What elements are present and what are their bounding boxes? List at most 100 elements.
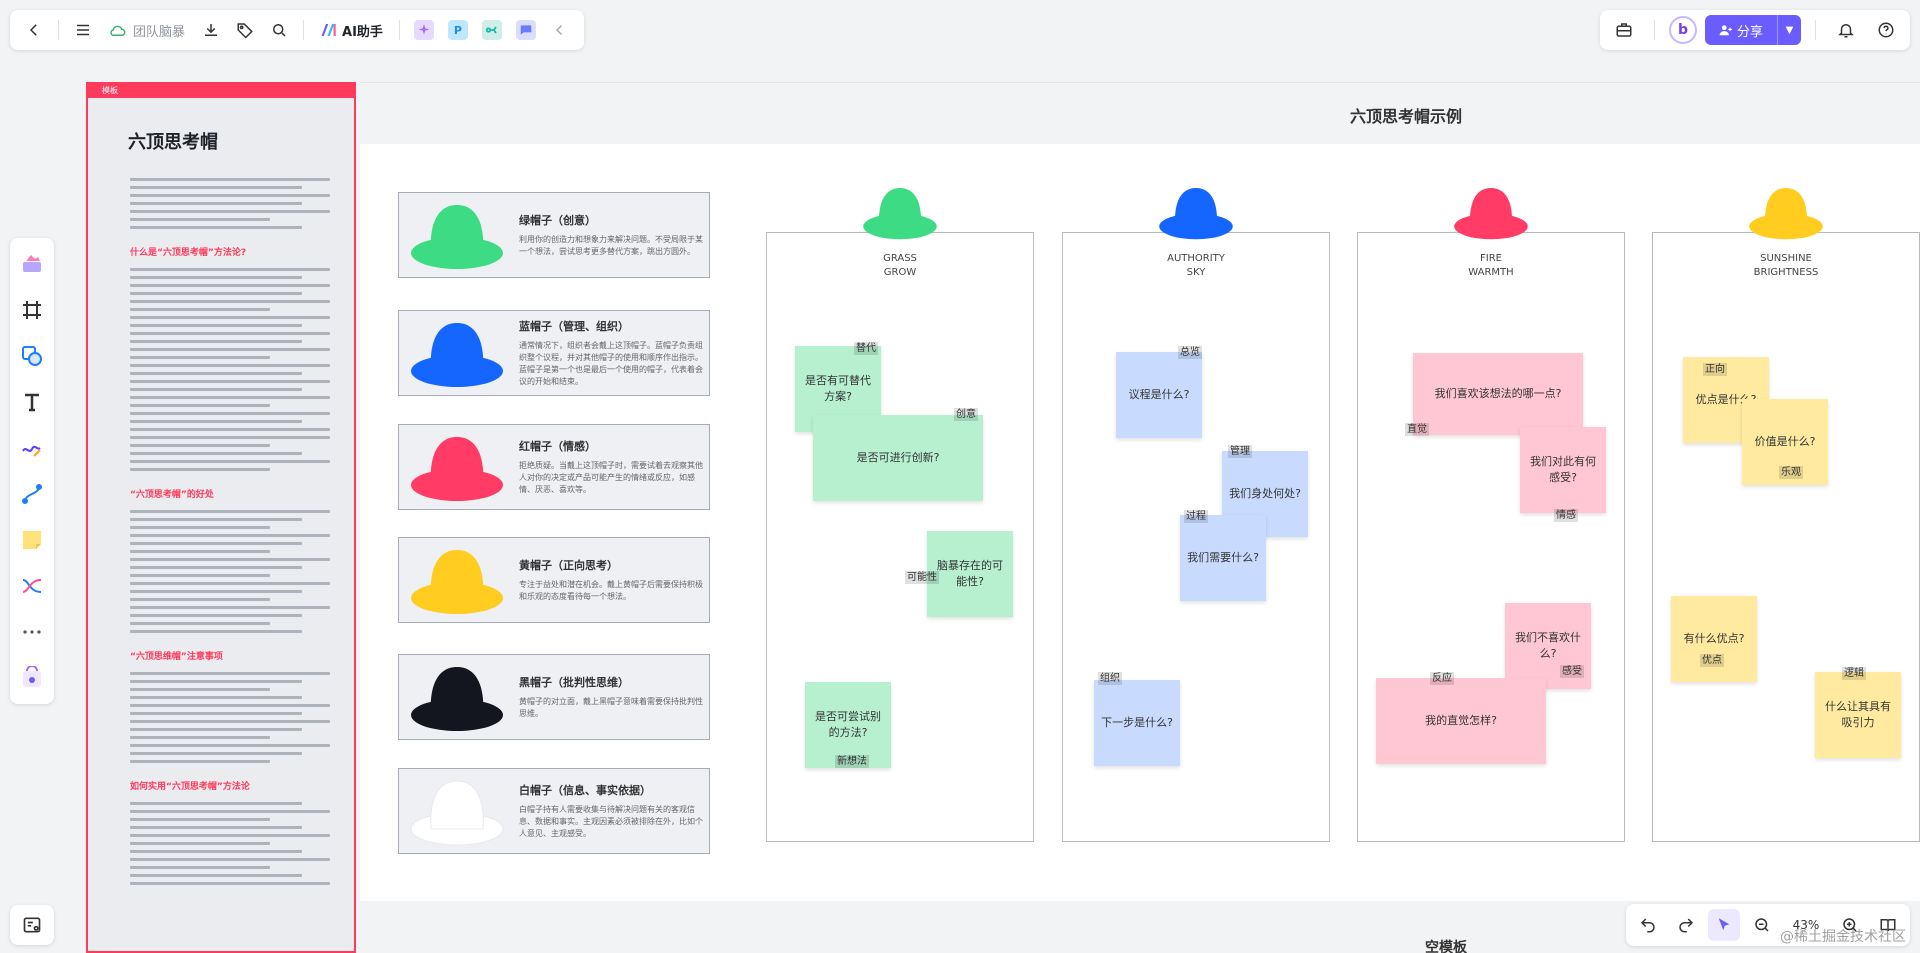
help-icon[interactable]	[1870, 14, 1902, 46]
select-cursor-icon[interactable]	[1708, 909, 1740, 941]
zoom-out-icon[interactable]	[1746, 909, 1778, 941]
doc-paragraph	[130, 178, 330, 229]
sticky-tag: 组织	[1098, 672, 1122, 685]
hat-card-title: 绿帽子（创意）	[519, 214, 596, 227]
share-label: 分享	[1736, 24, 1763, 40]
tag-icon[interactable]	[229, 14, 261, 46]
hat-card-text: 黑帽子（批判性思维） 黄帽子的对立面，戴上黑帽子意味着需要保持批判性思维。	[519, 674, 709, 720]
p-plugin-icon[interactable]: P	[447, 20, 468, 40]
share-dropdown-chevron-icon[interactable]: ▼	[1777, 15, 1801, 45]
hat-card[interactable]: 白帽子（信息、事实依据） 白帽子持有人需要收集与待解决问题有关的客观信息、数据和事…	[398, 768, 710, 854]
divider	[1653, 20, 1655, 40]
sticky-note[interactable]: 是否可进行创新?	[813, 415, 983, 501]
search-icon[interactable]	[263, 14, 295, 46]
template-library-icon[interactable]	[16, 244, 48, 284]
sticky-note[interactable]: 什么让其具有吸引力	[1815, 672, 1901, 758]
ai-assistant-button[interactable]: AI助手	[312, 21, 391, 40]
hat-card[interactable]: 红帽子（情感） 拒绝质疑。当戴上这顶帽子时，需要试着去观察其他人对你的决定或产品可…	[398, 424, 710, 510]
sticky-note[interactable]: 我们喜欢该想法的哪一点?	[1413, 353, 1583, 435]
app-store-icon[interactable]	[16, 658, 48, 698]
sticky-note[interactable]: 有什么优点?	[1671, 596, 1757, 682]
share-button[interactable]: 分享 ▼	[1704, 15, 1801, 45]
shape-icon[interactable]	[16, 336, 48, 376]
template-doc-panel[interactable]: 模板 六顶思考帽 什么是“六顶思考帽”方法论? “六顶思考帽”的好处 “六顶思维…	[86, 82, 356, 953]
hat-card-desc: 白帽子持有人需要收集与待解决问题有关的客观信息、数据和事实。主观因素必须被排除在…	[519, 805, 703, 838]
menu-icon[interactable]	[67, 14, 99, 46]
column-label-line1: GRASS	[883, 253, 917, 264]
divider	[58, 20, 59, 40]
sticky-tag: 感受	[1560, 665, 1584, 678]
pen-icon[interactable]	[16, 428, 48, 468]
hat-card-text: 蓝帽子（管理、组织） 通常情况下，组织者会戴上这顶帽子。蓝帽子负责组织整个议程，并…	[519, 318, 709, 388]
undo-icon[interactable]	[1632, 909, 1664, 941]
doc-head-label: 模板	[88, 84, 354, 98]
column-hat-icon	[1156, 180, 1236, 248]
sticky-note[interactable]: 我的直觉怎样?	[1376, 678, 1546, 764]
hat-card[interactable]: 绿帽子（创意） 利用你的创造力和想象力来解决问题。不受局限于某一个想法，尝试思考更…	[398, 192, 710, 278]
hat-icon	[411, 437, 503, 501]
sticky-tag: 创意	[954, 408, 978, 421]
canvas-title: 六顶思考帽示例	[1350, 107, 1463, 126]
doc-section-heading: “六顶思维帽”注意事项	[130, 652, 223, 662]
more-icon[interactable]	[16, 612, 48, 652]
sticky-tag: 乐观	[1779, 466, 1803, 479]
hat-card-title: 红帽子（情感）	[519, 440, 596, 453]
sticky-note[interactable]: 下一步是什么?	[1094, 680, 1180, 766]
text-icon[interactable]	[16, 382, 48, 422]
hat-card-text: 绿帽子（创意） 利用你的创造力和想象力来解决问题。不受局限于某一个想法，尝试思考更…	[519, 212, 709, 258]
column-label-line1: FIRE	[1480, 253, 1502, 264]
column-hat-icon	[1451, 180, 1531, 248]
hat-card-title: 黑帽子（批判性思维）	[519, 676, 629, 689]
doc-paragraph	[130, 510, 330, 633]
sticky-note[interactable]: 脑暴存在的可能性?	[927, 531, 1013, 617]
connector-icon[interactable]	[16, 474, 48, 514]
hat-card-desc: 专注于益处和潜在机会。戴上黄帽子后需要保持积极和乐观的态度看待每一个想法。	[519, 580, 703, 601]
redo-icon[interactable]	[1670, 909, 1702, 941]
watermark: @稀土掘金技术社区	[1780, 929, 1906, 945]
doc-title[interactable]: 团队脑暴	[101, 21, 193, 40]
column-hat-icon	[860, 180, 940, 248]
sticky-note-icon[interactable]	[16, 520, 48, 560]
frame-icon[interactable]	[16, 290, 48, 330]
sticky-tag: 直觉	[1405, 423, 1429, 436]
column-label: SUNSHINE BRIGHTNESS	[1711, 252, 1861, 280]
hat-card[interactable]: 蓝帽子（管理、组织） 通常情况下，组织者会戴上这顶帽子。蓝帽子负责组织整个议程，并…	[398, 310, 710, 396]
share-main[interactable]: 分享	[1705, 15, 1777, 45]
bell-icon[interactable]	[1830, 14, 1862, 46]
chat-plugin-icon[interactable]	[515, 20, 536, 40]
minimap-icon	[23, 917, 41, 933]
user-add-icon	[1719, 25, 1732, 36]
sparkle-plugin-icon[interactable]	[413, 20, 434, 40]
minimap-button[interactable]	[10, 905, 54, 945]
hat-card-text: 红帽子（情感） 拒绝质疑。当戴上这顶帽子时，需要试着去观察其他人对你的决定或产品可…	[519, 438, 709, 496]
column-label: FIRE WARMTH	[1416, 252, 1566, 280]
hat-icon	[411, 550, 503, 614]
column-label-line1: AUTHORITY	[1167, 253, 1225, 264]
sticky-tag: 正向	[1703, 363, 1727, 376]
download-icon[interactable]	[195, 14, 227, 46]
empty-template-title: 空模板	[1425, 940, 1467, 953]
top-right-toolbar: b 分享 ▼	[1599, 10, 1910, 50]
collapse-chevron-icon[interactable]	[544, 14, 576, 46]
sticky-note[interactable]: 我们需要什么?	[1180, 515, 1266, 601]
doc-paragraph	[130, 268, 330, 471]
cloud-sync-icon	[110, 25, 126, 37]
hat-card-desc: 拒绝质疑。当戴上这顶帽子时，需要试着去观察其他人对你的决定或产品可能产生的情绪或…	[519, 461, 703, 494]
sticky-tag: 逻辑	[1842, 667, 1866, 680]
briefcase-icon[interactable]	[1608, 14, 1640, 46]
hat-icon	[411, 667, 503, 731]
hat-card[interactable]: 黄帽子（正向思考） 专注于益处和潜在机会。戴上黄帽子后需要保持积极和乐观的态度看待…	[398, 537, 710, 623]
hat-icon	[411, 205, 503, 269]
back-icon[interactable]	[18, 14, 50, 46]
sticky-note[interactable]: 议程是什么?	[1116, 352, 1202, 438]
sticky-note[interactable]: 我们对此有何感受?	[1520, 427, 1606, 513]
hat-card-desc: 通常情况下，组织者会戴上这顶帽子。蓝帽子负责组织整个议程，并对其他帽子的使用和顺…	[519, 341, 703, 386]
avatar[interactable]: b	[1668, 16, 1697, 44]
ai-assistant-label: AI助手	[342, 24, 383, 40]
flow-plugin-icon[interactable]	[481, 20, 502, 40]
left-toolbar	[10, 238, 54, 704]
mindmap-icon[interactable]	[16, 566, 48, 606]
hat-icon	[411, 323, 503, 387]
hat-card[interactable]: 黑帽子（批判性思维） 黄帽子的对立面，戴上黑帽子意味着需要保持批判性思维。	[398, 654, 710, 740]
sticky-tag: 替代	[854, 342, 878, 355]
